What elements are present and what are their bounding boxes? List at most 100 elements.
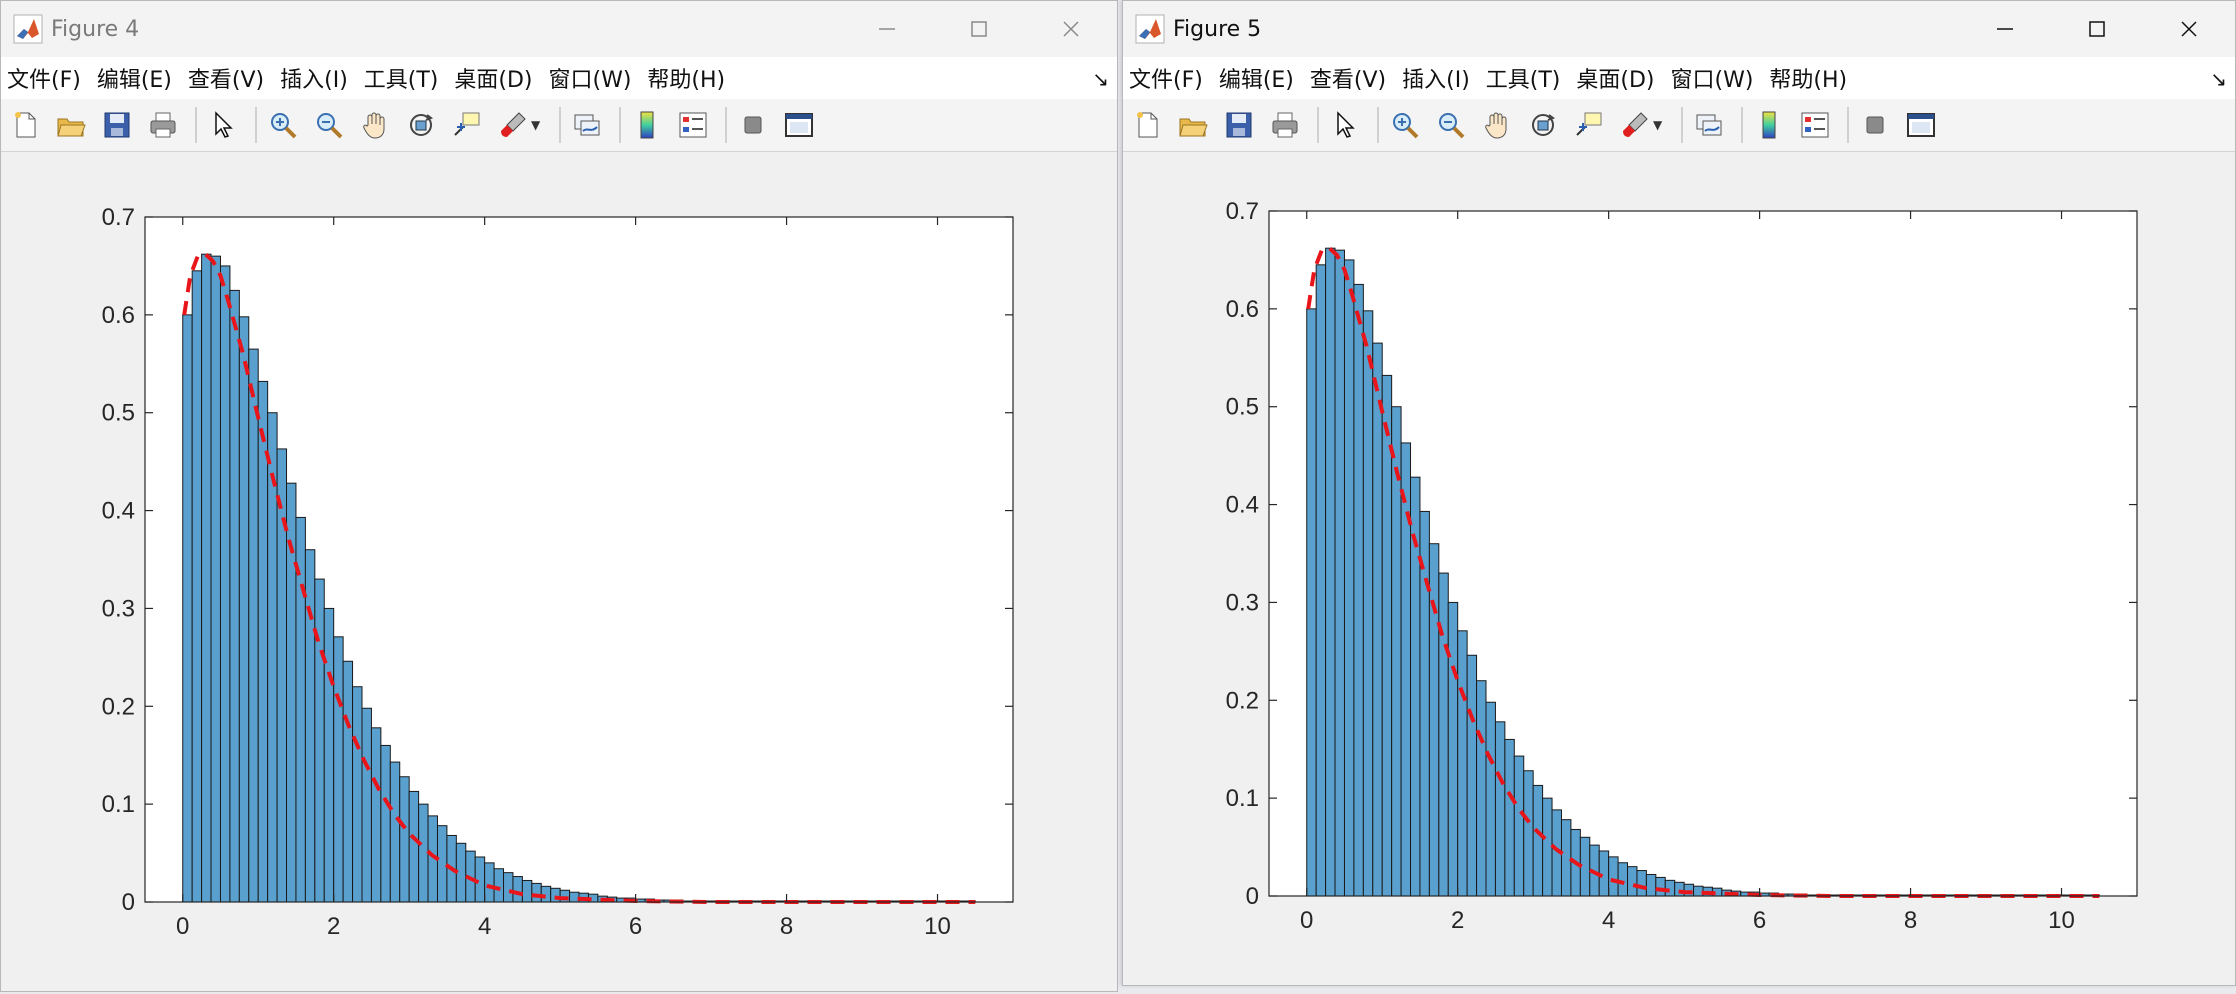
y-tick-label: 0 <box>1246 883 1259 910</box>
brush-dropdown-icon[interactable]: ▼ <box>531 118 545 132</box>
rotate-3d-icon <box>1532 114 1556 136</box>
link-plot-button[interactable] <box>567 105 607 145</box>
menu-insert[interactable]: 插入(I) <box>1402 62 1470 94</box>
brush-icon <box>501 112 526 137</box>
menu-bar: 文件(F) 编辑(E) 查看(V) 插入(I) 工具(T) 桌面(D) 窗口(W… <box>1 57 1117 99</box>
new-figure-icon <box>1137 112 1158 138</box>
histogram-bar <box>531 882 542 903</box>
hide-plot-tools-icon <box>744 116 762 134</box>
zoom-out-button[interactable] <box>309 105 349 145</box>
data-cursor-button[interactable] <box>1569 105 1609 145</box>
histogram-bar <box>342 660 354 903</box>
menu-window[interactable]: 窗口(W) <box>1671 62 1754 94</box>
show-plot-tools-button[interactable] <box>779 105 819 145</box>
menu-insert[interactable]: 插入(I) <box>280 62 348 94</box>
histogram-bar <box>1664 879 1676 897</box>
maximize-button[interactable] <box>933 1 1025 57</box>
y-tick-label: 0.1 <box>102 791 135 818</box>
close-button[interactable] <box>2143 1 2235 57</box>
rotate-3d-button[interactable] <box>401 105 441 145</box>
menu-view[interactable]: 查看(V) <box>1310 62 1386 94</box>
menu-file[interactable]: 文件(F) <box>1129 62 1203 94</box>
hide-plot-tools-button[interactable] <box>1855 105 1895 145</box>
histogram-bar <box>1655 876 1666 897</box>
histogram-bar <box>361 707 372 903</box>
y-tick-label: 0.6 <box>102 302 135 329</box>
minimize-button[interactable] <box>1959 1 2051 57</box>
histogram-bar <box>408 790 420 903</box>
menu-desktop[interactable]: 桌面(D) <box>454 62 532 94</box>
histogram-bar <box>1627 866 1638 897</box>
edit-plot-button[interactable] <box>203 105 243 145</box>
insert-colorbar-button[interactable] <box>1749 105 1789 145</box>
open-file-button[interactable] <box>1173 105 1213 145</box>
hide-plot-tools-button[interactable] <box>733 105 773 145</box>
menu-edit[interactable]: 编辑(E) <box>1219 62 1294 94</box>
y-tick-label: 0.4 <box>1226 492 1259 519</box>
menu-help[interactable]: 帮助(H) <box>1769 62 1847 94</box>
close-button[interactable] <box>1025 1 1117 57</box>
histogram-chart[interactable]: 0 2 4 6 8 10 0 0.1 0.2 0.3 0.4 0.5 0.6 0… <box>1123 152 2236 986</box>
maximize-button[interactable] <box>2051 1 2143 57</box>
link-plot-icon <box>1696 114 1722 136</box>
histogram-bar <box>380 744 391 903</box>
histogram-chart[interactable]: 0 2 4 6 8 10 0 0.1 0.2 0.3 0.4 0.5 0.6 0… <box>1 152 1118 992</box>
figure-window-5[interactable]: Figure 5 文件(F) 编辑(E) 查看(V) 插入(I) 工具(T) 桌… <box>1122 0 2236 986</box>
histogram-bar <box>1504 738 1515 897</box>
menu-window[interactable]: 窗口(W) <box>549 62 632 94</box>
window-title: Figure 4 <box>51 16 140 42</box>
brush-button[interactable] <box>493 105 533 145</box>
minimize-button[interactable] <box>841 1 933 57</box>
print-button[interactable] <box>1265 105 1305 145</box>
pan-button[interactable] <box>355 105 395 145</box>
menu-help[interactable]: 帮助(H) <box>647 62 725 94</box>
data-cursor-button[interactable] <box>447 105 487 145</box>
pan-hand-icon <box>1485 112 1507 139</box>
histogram-bar <box>399 776 410 903</box>
menu-tools[interactable]: 工具(T) <box>1486 62 1561 94</box>
menu-edit[interactable]: 编辑(E) <box>97 62 172 94</box>
save-button[interactable] <box>97 105 137 145</box>
toolbar-separator <box>1847 107 1849 143</box>
figure-window-4[interactable]: Figure 4 文件(F) 编辑(E) 查看(V) 插入(I) 工具(T) 桌… <box>0 0 1118 992</box>
menu-desktop[interactable]: 桌面(D) <box>1576 62 1654 94</box>
menu-view[interactable]: 查看(V) <box>188 62 264 94</box>
histogram-bar <box>455 842 467 903</box>
histogram-bar <box>333 636 344 903</box>
title-bar[interactable]: Figure 5 <box>1123 1 2235 57</box>
x-tick-label: 10 <box>2048 907 2075 934</box>
open-file-button[interactable] <box>51 105 91 145</box>
histogram-bar <box>1523 770 1534 897</box>
link-plot-button[interactable] <box>1689 105 1729 145</box>
y-tick-label: 0.3 <box>1226 589 1259 616</box>
histogram-bar <box>219 265 231 903</box>
brush-dropdown-icon[interactable]: ▼ <box>1653 118 1667 132</box>
minimize-icon <box>879 28 895 30</box>
pan-button[interactable] <box>1477 105 1517 145</box>
menu-tools[interactable]: 工具(T) <box>364 62 439 94</box>
menu-file[interactable]: 文件(F) <box>7 62 81 94</box>
show-plot-tools-icon <box>1907 113 1935 137</box>
zoom-in-button[interactable] <box>1385 105 1425 145</box>
show-plot-tools-button[interactable] <box>1901 105 1941 145</box>
zoom-out-icon <box>1439 113 1465 139</box>
save-button[interactable] <box>1219 105 1259 145</box>
brush-button[interactable] <box>1615 105 1655 145</box>
rotate-3d-button[interactable] <box>1523 105 1563 145</box>
title-bar[interactable]: Figure 4 <box>1 1 1117 57</box>
zoom-in-button[interactable] <box>263 105 303 145</box>
insert-colorbar-button[interactable] <box>627 105 667 145</box>
select-arrow-icon <box>215 111 233 138</box>
figure-toolbar: ▼ <box>1123 99 2235 152</box>
print-button[interactable] <box>143 105 183 145</box>
new-figure-button[interactable] <box>1127 105 1167 145</box>
zoom-out-button[interactable] <box>1431 105 1471 145</box>
new-figure-button[interactable] <box>5 105 45 145</box>
dock-arrow-icon[interactable]: ↘ <box>2210 67 2227 91</box>
brush-icon <box>1623 112 1648 137</box>
close-icon <box>1063 21 1079 37</box>
insert-legend-button[interactable] <box>1795 105 1835 145</box>
dock-arrow-icon[interactable]: ↘ <box>1092 67 1109 91</box>
insert-legend-button[interactable] <box>673 105 713 145</box>
edit-plot-button[interactable] <box>1325 105 1365 145</box>
